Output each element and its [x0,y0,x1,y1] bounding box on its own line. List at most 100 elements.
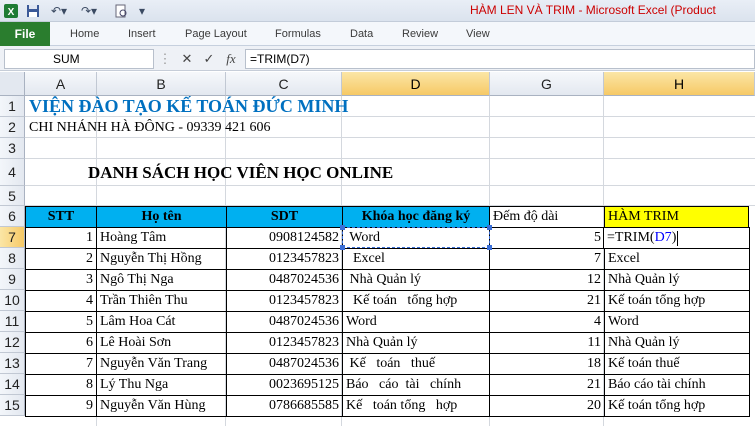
cell-phone[interactable]: 0786685585 [226,395,343,417]
reference-handle[interactable] [487,225,492,230]
cell-course[interactable]: Nhà Quản lý [342,269,490,291]
cell-count[interactable]: 18 [489,353,605,375]
cell-course[interactable]: Kế toán tổng hợp [342,395,490,417]
row-header-11[interactable]: 11 [0,311,25,332]
undo-icon[interactable]: ↶▾ [46,2,72,20]
row-header-5[interactable]: 5 [0,186,25,206]
cell-count[interactable]: 11 [489,332,605,354]
row-header-10[interactable]: 10 [0,290,25,311]
cell-phone[interactable]: 0123457823 [226,332,343,354]
header-trim[interactable]: HÀM TRIM [604,206,749,228]
cell-phone[interactable]: 0123457823 [226,248,343,270]
cell-name[interactable]: Lâm Hoa Cát [96,311,227,333]
row-header-9[interactable]: 9 [0,269,25,290]
cell-stt[interactable]: 1 [25,227,97,249]
cell-name[interactable]: Trần Thiên Thu [96,290,227,312]
reference-handle[interactable] [487,245,492,250]
cell-count[interactable]: 5 [489,227,605,249]
cell-count[interactable]: 4 [489,311,605,333]
formula-input[interactable]: =TRIM(D7) [245,49,755,69]
cancel-icon[interactable]: ✕ [178,49,196,69]
cell-course[interactable]: Kế toán tổng hợp [342,290,490,312]
enter-icon[interactable]: ✓ [200,49,218,69]
cell-phone[interactable]: 0023695125 [226,374,343,396]
row-header-1[interactable]: 1 [0,96,25,117]
cell-trim[interactable]: Báo cáo tài chính [604,374,750,396]
cell-name[interactable]: Lý Thu Nga [96,374,227,396]
row-header-2[interactable]: 2 [0,117,25,138]
cell-trim[interactable]: Word [604,311,750,333]
row-header-15[interactable]: 15 [0,395,25,416]
cell-course[interactable]: Excel [342,248,490,270]
cell-stt[interactable]: 4 [25,290,97,312]
cell-trim[interactable]: Kế toán thuế [604,353,750,375]
cell-course[interactable]: Báo cáo tài chính [342,374,490,396]
cell-name[interactable]: Nguyễn Văn Hùng [96,395,227,417]
cell-count[interactable]: 7 [489,248,605,270]
row-header-13[interactable]: 13 [0,353,25,374]
cell-trim[interactable]: Excel [604,248,750,270]
reference-handle[interactable] [340,225,345,230]
cell-stt[interactable]: 9 [25,395,97,417]
select-all-corner[interactable] [0,72,25,96]
cell-count[interactable]: 20 [489,395,605,417]
tab-page-layout[interactable]: Page Layout [185,22,247,46]
cell-name[interactable]: Hoàng Tâm [96,227,227,249]
reference-handle[interactable] [340,245,345,250]
row-header-12[interactable]: 12 [0,332,25,353]
column-header-d[interactable]: D [342,72,490,96]
column-header-h[interactable]: H [604,72,755,96]
column-header-g[interactable]: G [490,72,604,96]
cell-stt[interactable]: 3 [25,269,97,291]
cell-stt[interactable]: 2 [25,248,97,270]
cell-trim[interactable]: Kế toán tổng hợp [604,290,750,312]
cell-phone[interactable]: 0123457823 [226,290,343,312]
name-box[interactable]: SUM [4,49,154,69]
row-header-4[interactable]: 4 [0,159,25,186]
cell-name[interactable]: Nguyễn Văn Trang [96,353,227,375]
cell-course[interactable]: Kế toán thuế [342,353,490,375]
row-header-6[interactable]: 6 [0,206,25,227]
tab-review[interactable]: Review [402,22,438,46]
column-header-b[interactable]: B [97,72,226,96]
tab-home[interactable]: Home [70,22,99,46]
cell-count[interactable]: 12 [489,269,605,291]
cell-phone[interactable]: 0908124582 [226,227,343,249]
row-header-14[interactable]: 14 [0,374,25,395]
branch-title[interactable]: CHI NHÁNH HÀ ĐÔNG - 09339 421 606 [26,117,274,138]
cell-course[interactable]: Nhà Quản lý [342,332,490,354]
column-header-a[interactable]: A [25,72,97,96]
tab-view[interactable]: View [466,22,490,46]
cell-phone[interactable]: 0487024536 [226,353,343,375]
column-header-c[interactable]: C [226,72,342,96]
tab-insert[interactable]: Insert [128,22,156,46]
cell-stt[interactable]: 7 [25,353,97,375]
file-tab[interactable]: File [0,22,50,46]
header-course[interactable]: Khóa học đăng ký [342,206,490,228]
cell-phone[interactable]: 0487024536 [226,311,343,333]
cell-name[interactable]: Lê Hoài Sơn [96,332,227,354]
header-count[interactable]: Đếm độ dài [489,206,605,228]
list-heading[interactable]: DANH SÁCH HỌC VIÊN HỌC ONLINE [85,159,396,186]
insert-function-icon[interactable]: fx [222,49,240,69]
customize-qat-icon[interactable]: ▾ [136,2,148,20]
institute-title[interactable]: VIỆN ĐÀO TẠO KẾ TOÁN ĐỨC MINH [26,96,351,117]
cell-trim[interactable]: Nhà Quản lý [604,332,750,354]
cell-count[interactable]: 21 [489,290,605,312]
tab-data[interactable]: Data [350,22,373,46]
cell-count[interactable]: 21 [489,374,605,396]
row-header-3[interactable]: 3 [0,138,25,159]
cell-stt[interactable]: 6 [25,332,97,354]
header-phone[interactable]: SDT [226,206,343,228]
row-header-7[interactable]: 7 [0,227,25,248]
cell-name[interactable]: Nguyễn Thị Hồng [96,248,227,270]
tab-formulas[interactable]: Formulas [275,22,321,46]
cell-trim[interactable]: Kế toán tổng hợp [604,395,750,417]
cell-course[interactable]: Word [342,311,490,333]
header-name[interactable]: Họ tên [96,206,227,228]
cell-stt[interactable]: 8 [25,374,97,396]
cell-stt[interactable]: 5 [25,311,97,333]
save-icon[interactable] [24,2,42,20]
cell-phone[interactable]: 0487024536 [226,269,343,291]
redo-icon[interactable]: ↷▾ [76,2,102,20]
